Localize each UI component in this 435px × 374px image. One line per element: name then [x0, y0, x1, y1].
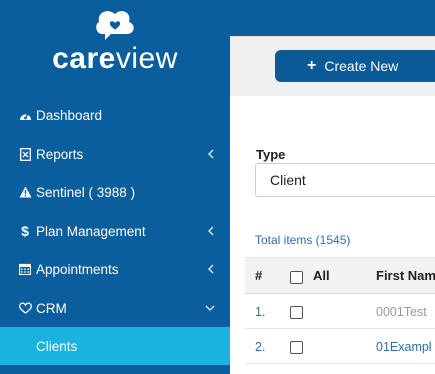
- sidebar-item-label: CRM: [36, 300, 67, 316]
- row-checkbox[interactable]: [290, 341, 303, 354]
- calendar-icon: [18, 263, 32, 275]
- type-select-value: Client: [270, 172, 306, 188]
- dollar-icon: $: [21, 223, 29, 239]
- row-first-name[interactable]: 01Exampl: [376, 340, 432, 354]
- chevron-left-icon: [204, 226, 216, 236]
- table-row[interactable]: 1. 0001Test: [245, 295, 435, 329]
- sidebar-item-sentinel[interactable]: Sentinel ( 3988 ): [0, 173, 230, 211]
- sidebar-item-dashboard[interactable]: Dashboard: [0, 96, 230, 134]
- warning-icon: [18, 186, 32, 198]
- brand-wordmark: careview: [0, 42, 230, 76]
- brand-wordmark-light: view: [115, 42, 178, 75]
- sidebar-item-label: Dashboard: [36, 107, 103, 123]
- chevron-down-icon: [204, 304, 216, 312]
- brand-wordmark-bold: care: [52, 42, 116, 75]
- heart-icon: [18, 302, 32, 314]
- sidebar-item-crm[interactable]: CRM: [0, 289, 230, 327]
- table-header: # All First Nam: [245, 257, 435, 294]
- create-new-label: Create New: [324, 58, 399, 74]
- file-icon: [18, 147, 32, 161]
- type-filter-label: Type: [256, 147, 286, 162]
- sidebar: careview Dashboard Reports Sentinel ( 39…: [0, 0, 230, 374]
- cloud-heart-logo-icon: [96, 11, 134, 40]
- sidebar-item-label: Appointments: [36, 261, 119, 277]
- total-items-link[interactable]: Total items (1545): [255, 233, 350, 247]
- sidebar-item-label: Plan Management: [36, 223, 146, 239]
- sidebar-item-clients[interactable]: Clients: [0, 327, 230, 365]
- brand-logo[interactable]: careview: [0, 0, 230, 95]
- sidebar-item-label: Clients: [36, 338, 78, 354]
- sidebar-item-label: Reports: [36, 146, 84, 162]
- row-first-name[interactable]: 0001Test: [376, 305, 427, 319]
- row-number: 2.: [255, 340, 266, 354]
- column-header-first-name[interactable]: First Nam: [376, 268, 435, 283]
- row-checkbox[interactable]: [290, 306, 303, 319]
- create-new-button[interactable]: + Create New: [275, 50, 435, 82]
- sidebar-item-appointments[interactable]: Appointments: [0, 250, 230, 288]
- chevron-left-icon: [204, 264, 216, 274]
- top-header-bar: [230, 0, 435, 36]
- plus-icon: +: [307, 57, 317, 74]
- dashboard-icon: [18, 110, 32, 121]
- sidebar-item-label: Sentinel ( 3988 ): [36, 184, 136, 200]
- chevron-left-icon: [204, 149, 216, 159]
- sidebar-bottom: [0, 365, 230, 374]
- type-select[interactable]: Client: [255, 163, 435, 197]
- row-number: 1.: [255, 305, 266, 319]
- select-all-checkbox[interactable]: [290, 271, 303, 284]
- sidebar-item-plan-management[interactable]: $ Plan Management: [0, 212, 230, 250]
- table-row[interactable]: 2. 01Exampl: [245, 330, 435, 364]
- sidebar-item-reports[interactable]: Reports: [0, 135, 230, 173]
- column-header-number: #: [255, 268, 263, 283]
- column-header-all: All: [313, 268, 330, 283]
